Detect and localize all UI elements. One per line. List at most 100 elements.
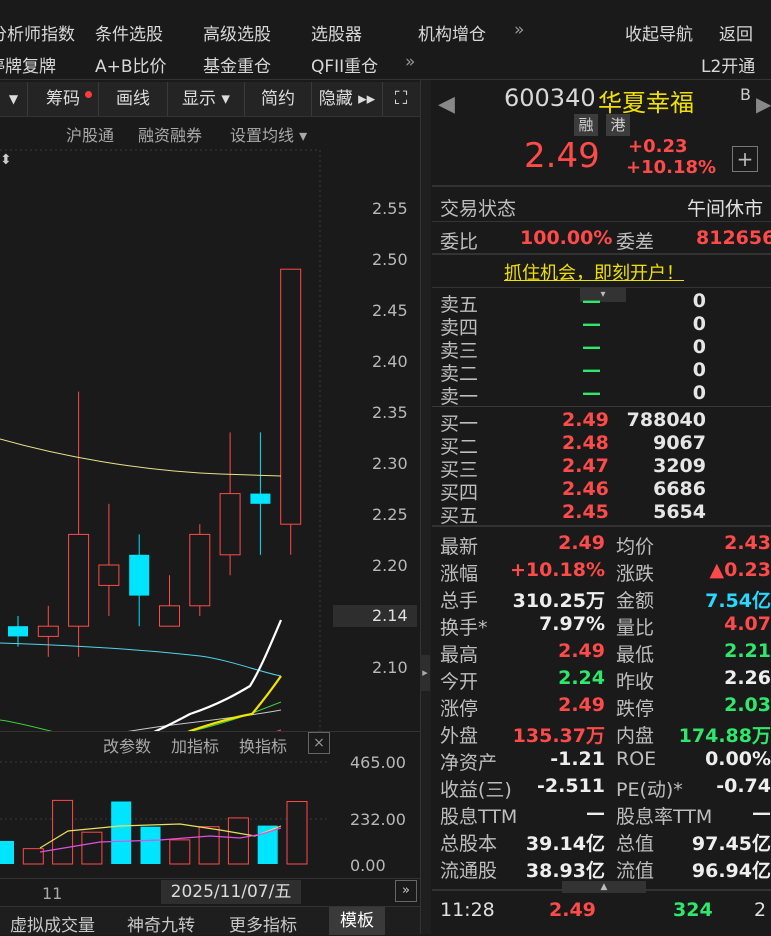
nav-institution-add[interactable]: 机构增仓 <box>418 20 486 45</box>
candles-group <box>8 269 301 657</box>
toolbar-simple-button[interactable]: 简约 <box>245 82 312 116</box>
stat-value: — <box>752 802 771 824</box>
ask-row-2[interactable]: 卖四—0 <box>440 313 770 336</box>
scroll-right-icon[interactable]: » <box>395 880 417 902</box>
stat-value: 135.37万 <box>513 721 605 748</box>
stats-row: 今开2.24昨收2.26 <box>440 667 771 694</box>
nav-analyst-index[interactable]: 分析师指数 <box>0 20 75 45</box>
stat-label: 净资产 <box>440 748 497 775</box>
ask-row-1[interactable]: 卖五—0 <box>440 290 770 313</box>
stat-value: ▲0.23 <box>710 559 771 581</box>
stat-label: 最新 <box>440 532 478 559</box>
bid-row-5[interactable]: 买五2.455654 <box>440 501 770 524</box>
prev-stock-icon[interactable]: ◀ <box>438 92 455 117</box>
add-indicator-button[interactable]: 加指标 <box>171 733 219 757</box>
stat-label: 外盘 <box>440 721 478 748</box>
stat-value: 0.00% <box>705 748 771 770</box>
edit-params-button[interactable]: 改参数 <box>103 733 151 757</box>
stat-value: 38.93亿 <box>526 856 605 883</box>
ask-row-4[interactable]: 卖二—0 <box>440 359 770 382</box>
switch-indicator-button[interactable]: 换指标 <box>239 733 287 757</box>
nav-stock-selector[interactable]: 选股器 <box>311 20 362 45</box>
stock-code: 600340 <box>504 84 596 112</box>
stats-row: 总股本39.14亿总值97.45亿 <box>440 829 771 856</box>
stat-label: 跌停 <box>616 694 654 721</box>
tick-price: 2.49 <box>549 899 596 921</box>
bid-row-3[interactable]: 买三2.473209 <box>440 455 770 478</box>
tab-template[interactable]: 模板 <box>329 907 385 935</box>
nav-l2-open[interactable]: L2开通 <box>701 52 755 77</box>
stock-name: 华夏幸福 <box>598 83 694 118</box>
stats-row: 净资产-1.21ROE0.00% <box>440 748 771 775</box>
price-tick-2.45: 2.45 <box>372 301 408 320</box>
close-icon[interactable]: × <box>308 732 330 754</box>
price-tick-2.30: 2.30 <box>372 454 408 473</box>
toolbar-draw-button[interactable]: 画线 <box>99 82 168 116</box>
nav-back[interactable]: 返回 <box>719 20 753 45</box>
stat-value: 96.94亿 <box>692 856 771 883</box>
ask-row-3[interactable]: 卖三—0 <box>440 336 770 359</box>
price-tick-2.40: 2.40 <box>372 352 408 371</box>
fullscreen-icon[interactable]: ⛶ <box>383 82 419 116</box>
tab-more-indicators[interactable]: 更多指标 <box>229 911 297 936</box>
margin-tag-badge: 融 <box>574 114 598 136</box>
board-corner-label: B <box>740 85 751 104</box>
hk-connect-link[interactable]: 沪股通 <box>66 122 114 146</box>
tab-magic-nine[interactable]: 神奇九转 <box>127 911 195 936</box>
stat-value: 2.49 <box>558 532 605 554</box>
toolbar-display-button[interactable]: 显示 ▾ <box>168 82 245 116</box>
tick-volume: 324 <box>673 899 713 921</box>
ma-yellow-long <box>0 439 281 476</box>
stats-row: 涨停2.49跌停2.03 <box>440 694 771 721</box>
vol-tick-465: 465.00 <box>350 753 406 772</box>
price-tick-2.35: 2.35 <box>372 403 408 422</box>
top-divider <box>0 79 771 80</box>
book-volume: 5654 <box>653 501 706 523</box>
tab-virtual-volume[interactable]: 虚拟成交量 <box>10 911 95 936</box>
stat-label: 涨跌 <box>616 559 654 586</box>
bid-row-4[interactable]: 买四2.466686 <box>440 478 770 501</box>
nav-collapse[interactable]: 收起导航 <box>625 20 693 45</box>
nav-condition-select[interactable]: 条件选股 <box>95 20 163 45</box>
toolbar-chips-button[interactable]: 筹码 <box>28 82 99 116</box>
stat-label: 最低 <box>616 640 654 667</box>
toolbar-hide-button[interactable]: 隐藏 ▸▸ <box>312 82 383 116</box>
candle <box>160 575 180 626</box>
book-price: — <box>582 359 601 381</box>
stat-label: PE(动)* <box>616 775 683 802</box>
nav-qfii-holdings[interactable]: QFII重仓 <box>311 52 378 77</box>
notification-dot-icon <box>85 91 92 98</box>
stat-value: 174.88万 <box>679 721 771 748</box>
nav-advanced-select[interactable]: 高级选股 <box>203 20 271 45</box>
bid-row-2[interactable]: 买二2.489067 <box>440 432 770 455</box>
nav-fund-holdings[interactable]: 基金重仓 <box>203 52 271 77</box>
open-account-promo[interactable]: 抓住机会，即刻开户！ <box>504 259 684 285</box>
order-diff-label: 委差 <box>616 227 654 254</box>
nav-suspend-resume[interactable]: 停牌复牌 <box>0 52 56 77</box>
stat-label: 涨停 <box>440 694 478 721</box>
toolbar-dropdown-button[interactable]: ▼ <box>0 82 28 116</box>
vol-tick-232: 232.00 <box>350 810 406 829</box>
volume-bar <box>199 827 219 864</box>
stat-value: 2.49 <box>558 640 605 662</box>
bid-row-1[interactable]: 买一2.49788040 <box>440 409 770 432</box>
kline-chart[interactable] <box>0 146 420 732</box>
stat-value: 2.43 <box>724 532 771 554</box>
candle <box>129 534 149 626</box>
stats-row: 股息TTM—股息率TTM— <box>440 802 771 829</box>
ask-row-5[interactable]: 卖一—0 <box>440 382 770 405</box>
book-level-label: 卖一 <box>440 382 478 409</box>
set-ma-button[interactable]: 设置均线 ▾ <box>230 122 307 146</box>
nav2-more-chevron-icon[interactable]: » <box>405 52 415 72</box>
margin-trading-link[interactable]: 融资融券 <box>138 122 202 146</box>
nav-more-chevron-icon[interactable]: » <box>514 20 524 40</box>
stats-row: 最新2.49均价2.43 <box>440 532 771 559</box>
candle <box>220 432 240 575</box>
add-watchlist-icon[interactable]: + <box>732 146 758 172</box>
trade-status-value: 午间休市 <box>687 194 763 221</box>
expand-ticks-icon[interactable]: ▲ <box>562 881 646 893</box>
nav-ab-compare[interactable]: A+B比价 <box>95 52 167 77</box>
next-stock-icon[interactable]: ▶ <box>756 92 771 116</box>
tick-time: 11:28 <box>440 899 495 921</box>
collapse-panel-icon[interactable]: ▸ <box>420 655 430 691</box>
